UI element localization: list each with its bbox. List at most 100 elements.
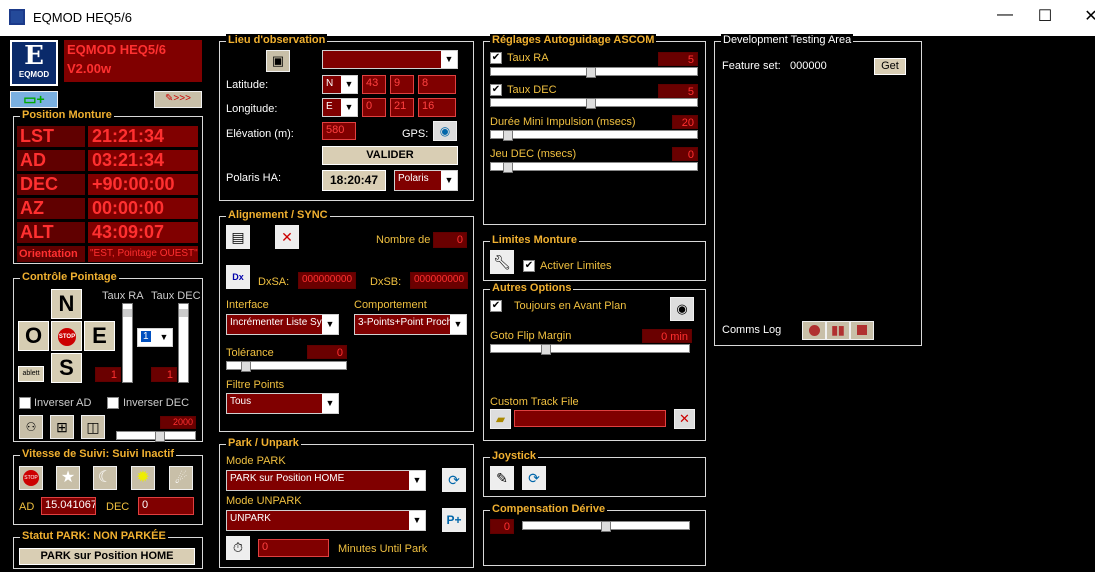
wrench-icon: ✎>>> bbox=[165, 93, 191, 104]
track-file-label: Custom Track File bbox=[490, 396, 579, 408]
park-home-button[interactable]: PARK sur Position HOME bbox=[19, 548, 195, 565]
stop-tracking-button[interactable]: STOP bbox=[19, 466, 43, 490]
filter-select[interactable]: Tous ▼ bbox=[226, 393, 339, 414]
title-bar: EQMOD HEQ5/6 — ☐ ✕ bbox=[0, 0, 1095, 36]
rate-select[interactable]: 1 ▼ bbox=[137, 328, 173, 347]
invert-dec-checkbox[interactable] bbox=[107, 397, 119, 409]
feature-set-value: 000000 bbox=[790, 60, 827, 72]
flip-margin-slider[interactable] bbox=[490, 344, 690, 355]
add-park-button[interactable]: P+ bbox=[442, 508, 466, 532]
stop-button[interactable]: STOP bbox=[51, 321, 82, 351]
flip-margin-value: 0 min bbox=[642, 329, 692, 343]
comet-icon: ☄ bbox=[174, 470, 188, 486]
joystick-setup-button[interactable]: ✎ bbox=[490, 466, 514, 490]
lat-seconds-input[interactable]: 8 bbox=[418, 75, 456, 94]
interface-select-value: Incrémenter Liste Syn bbox=[230, 317, 328, 328]
lat-degrees-input[interactable]: 43 bbox=[362, 75, 386, 94]
dx-clear-button[interactable]: Dx bbox=[226, 265, 250, 289]
lon-degrees-input[interactable]: 0 bbox=[362, 98, 386, 117]
min-pulse-label: Durée Mini Impulsion (msecs) bbox=[490, 116, 636, 128]
park-minutes-input[interactable]: 0 bbox=[258, 539, 329, 557]
dec-rate-scrollbar[interactable] bbox=[178, 303, 189, 383]
position-label-alt: ALT bbox=[17, 222, 85, 243]
min-pulse-slider[interactable] bbox=[490, 130, 698, 141]
ra-guide-checkbox[interactable]: ✔ bbox=[490, 52, 502, 64]
lon-minutes-input[interactable]: 21 bbox=[390, 98, 414, 117]
interface-select[interactable]: Incrémenter Liste Syn ▼ bbox=[226, 314, 339, 335]
align-title: Alignement / SYNC bbox=[226, 209, 330, 221]
dev-group: Development Testing Area bbox=[714, 34, 922, 346]
sun-icon: ✹ bbox=[136, 469, 150, 486]
custom-rate-button[interactable]: ☄ bbox=[169, 466, 193, 490]
mode-unpark-select[interactable]: UNPARK ▼ bbox=[226, 510, 426, 531]
north-button[interactable]: N bbox=[51, 289, 82, 319]
dec-guide-checkbox[interactable]: ✔ bbox=[490, 84, 502, 96]
position-label-dec: DEC bbox=[17, 174, 85, 195]
validate-button[interactable]: VALIDER bbox=[322, 146, 458, 165]
elevation-input[interactable]: 580 bbox=[322, 122, 356, 140]
tablet-button[interactable]: ablett bbox=[18, 366, 44, 382]
spiral-button[interactable]: ◫ bbox=[81, 415, 105, 439]
polaris-select[interactable]: Polaris ▼ bbox=[394, 170, 458, 191]
mode-park-select[interactable]: PARK sur Position HOME ▼ bbox=[226, 470, 426, 491]
align-clear-button[interactable]: ✕ bbox=[275, 225, 299, 249]
drift-value: 0 bbox=[490, 519, 514, 534]
lat-hemisphere-select[interactable]: N ▼ bbox=[322, 75, 358, 94]
west-button[interactable]: O bbox=[18, 321, 49, 351]
sound-button[interactable]: ◉ bbox=[670, 297, 694, 321]
sidereal-button[interactable]: ★ bbox=[56, 466, 80, 490]
backlash-slider[interactable] bbox=[490, 162, 698, 173]
park-timer-button[interactable]: ⏱ bbox=[226, 536, 250, 560]
speaker-icon: ◉ bbox=[676, 301, 688, 316]
minimize-button[interactable]: — bbox=[990, 6, 1020, 24]
enable-limits-checkbox[interactable]: ✔ bbox=[523, 260, 535, 272]
lunar-button[interactable]: ☾ bbox=[93, 466, 117, 490]
always-on-top-checkbox[interactable]: ✔ bbox=[490, 300, 502, 312]
east-button[interactable]: E bbox=[84, 321, 115, 351]
mode-unpark-select-value: UNPARK bbox=[230, 513, 271, 524]
track-file-input[interactable] bbox=[514, 410, 666, 427]
limits-title: Limites Monture bbox=[490, 234, 579, 246]
chevron-down-icon: ▼ bbox=[441, 51, 457, 68]
tracking-ad-input[interactable]: 15.041067 bbox=[41, 497, 96, 515]
maximize-button[interactable]: ☐ bbox=[1030, 6, 1060, 26]
behaviour-select[interactable]: 3-Points+Point Proche ▼ bbox=[354, 314, 467, 335]
align-list-button[interactable]: ▤ bbox=[226, 225, 250, 249]
lat-minutes-input[interactable]: 9 bbox=[390, 75, 414, 94]
refresh-park-button[interactable]: ⟳ bbox=[442, 468, 466, 492]
app-name-panel: EQMOD HEQ5/6 V2.00w bbox=[64, 40, 202, 82]
lon-hemisphere-select[interactable]: E ▼ bbox=[322, 98, 358, 117]
tolerance-slider[interactable] bbox=[226, 361, 347, 372]
joystick-refresh-button[interactable]: ⟳ bbox=[522, 466, 546, 490]
invert-ra-checkbox[interactable] bbox=[19, 397, 31, 409]
record-button[interactable] bbox=[802, 321, 826, 340]
add-scope-button[interactable]: ▭+ bbox=[10, 91, 58, 108]
drift-slider[interactable] bbox=[522, 521, 690, 532]
clear-track-file-button[interactable]: ✕ bbox=[674, 409, 695, 429]
spiral-size-slider[interactable] bbox=[116, 431, 196, 442]
stop-log-button[interactable] bbox=[850, 321, 874, 340]
refresh-icon: ⟳ bbox=[528, 470, 540, 486]
save-site-button[interactable]: ▣ bbox=[266, 50, 290, 72]
south-button[interactable]: S bbox=[51, 353, 82, 383]
tracking-dec-input[interactable]: 0 bbox=[138, 497, 194, 515]
site-select[interactable]: ▼ bbox=[322, 50, 458, 69]
gps-button[interactable]: ◉ bbox=[433, 121, 457, 141]
get-button[interactable]: Get bbox=[874, 58, 906, 75]
pause-button[interactable]: ▮▮ bbox=[826, 321, 850, 340]
close-button[interactable]: ✕ bbox=[1076, 6, 1095, 26]
chevron-down-icon: ▼ bbox=[156, 329, 172, 346]
ra-guide-slider[interactable] bbox=[490, 67, 698, 78]
binoculars-button[interactable]: ⚇ bbox=[19, 415, 43, 439]
limits-setup-button[interactable]: 🔧︎ bbox=[490, 250, 514, 274]
solar-button[interactable]: ✹ bbox=[131, 466, 155, 490]
ra-rate-scrollbar[interactable] bbox=[122, 303, 133, 383]
grid-button[interactable]: ⊞ bbox=[50, 415, 74, 439]
pause-icon: ▮▮ bbox=[831, 323, 845, 337]
lon-seconds-input[interactable]: 16 bbox=[418, 98, 456, 117]
gps-label: GPS: bbox=[402, 128, 429, 140]
setup-button[interactable]: ✎>>> bbox=[154, 91, 202, 108]
app-name: EQMOD HEQ5/6 bbox=[67, 42, 166, 57]
dec-guide-slider[interactable] bbox=[490, 98, 698, 109]
open-track-file-button[interactable]: ▰ bbox=[490, 409, 511, 429]
